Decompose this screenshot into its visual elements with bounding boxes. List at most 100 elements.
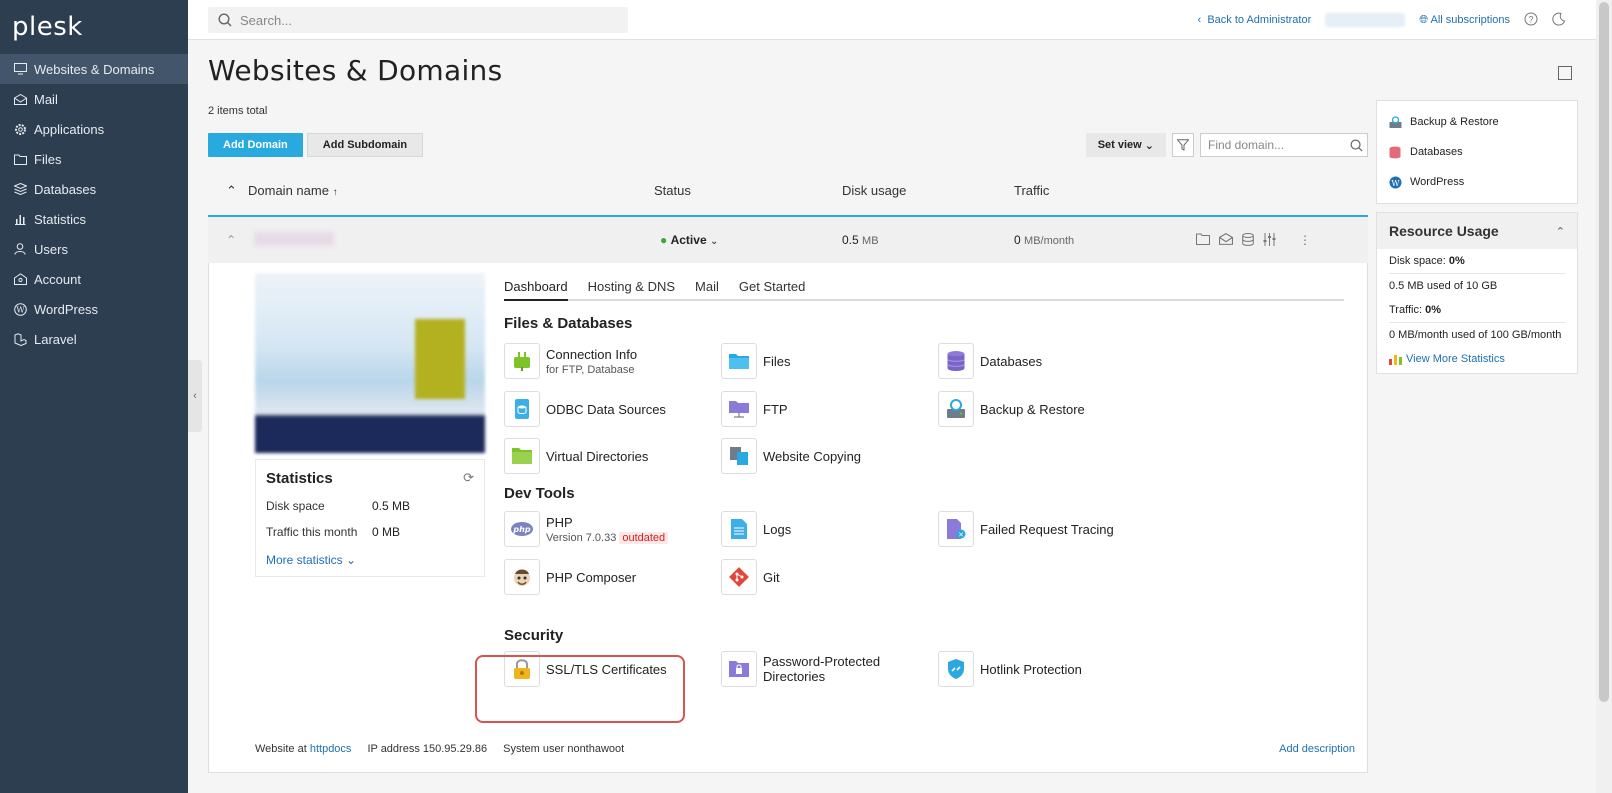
tab-get-started[interactable]: Get Started	[739, 279, 805, 299]
tab-dashboard[interactable]: Dashboard	[504, 279, 568, 301]
column-disk-usage[interactable]: Disk usage	[842, 183, 906, 198]
column-status[interactable]: Status	[654, 183, 691, 198]
tool-website-copying[interactable]: Website Copying	[721, 438, 861, 474]
collapse-row-icon[interactable]: ⌃	[226, 233, 236, 247]
main-content: Websites & Domains 2 items total Add Dom…	[208, 40, 1368, 773]
sidebar-item-label: Statistics	[34, 211, 87, 227]
database-icon	[1389, 146, 1402, 159]
view-more-statistics-link[interactable]: View More Statistics	[1389, 347, 1565, 365]
folder-icon	[13, 152, 27, 166]
tool-php-composer[interactable]: PHP Composer	[504, 559, 636, 595]
tool-odbc[interactable]: ODBC Data Sources	[504, 391, 666, 427]
git-icon	[721, 559, 757, 595]
more-statistics-link[interactable]: More statistics ⌄	[266, 553, 474, 567]
all-subscriptions-link[interactable]: 🌐︎ All subscriptions	[1419, 14, 1510, 27]
tool-php[interactable]: php PHP Version 7.0.33 outdated	[504, 511, 669, 547]
stats-traffic-row: Traffic this month 0 MB	[266, 525, 401, 539]
settings-sliders-icon[interactable]	[1263, 233, 1276, 246]
scrollbar-thumb[interactable]	[1599, 2, 1609, 702]
sidebar-item-label: Users	[34, 241, 68, 257]
disk-space-usage: Disk space: 0%	[1389, 255, 1465, 267]
find-domain-input[interactable]: Find domain...	[1200, 133, 1368, 157]
globe-icon: 🌐︎	[1419, 13, 1429, 26]
sidebar-collapse-handle[interactable]: ‹	[188, 360, 202, 432]
resource-usage-header[interactable]: Resource Usage ⌃	[1377, 213, 1577, 249]
sidebar-item-laravel[interactable]: Laravel	[0, 324, 188, 354]
sidebar-item-databases[interactable]: Databases	[0, 174, 188, 204]
quick-link-wordpress[interactable]: W WordPress	[1377, 167, 1577, 197]
resource-usage-card: Resource Usage ⌃ Disk space: 0% 0.5 MB u…	[1376, 212, 1578, 374]
sidebar-item-label: Databases	[34, 181, 97, 197]
website-at: Website at httpdocs	[255, 743, 352, 755]
sidebar-item-files[interactable]: Files	[0, 144, 188, 174]
add-subdomain-button[interactable]: Add Subdomain	[306, 133, 424, 157]
quick-link-backup-restore[interactable]: Backup & Restore	[1377, 107, 1577, 137]
ftp-folder-icon	[721, 391, 757, 427]
database-icon	[938, 343, 974, 379]
tool-ftp[interactable]: FTP	[721, 391, 788, 427]
tool-hotlink-protection[interactable]: Hotlink Protection	[938, 651, 1082, 687]
domain-name-blurred[interactable]	[254, 232, 334, 246]
failed-tracing-icon: ✕	[938, 511, 974, 547]
quick-links-card: Backup & Restore Databases W WordPress	[1376, 100, 1578, 204]
sidebar-item-mail[interactable]: Mail	[0, 84, 188, 114]
search-input[interactable]: Search...	[208, 7, 628, 33]
mail-icon[interactable]	[1219, 233, 1233, 245]
domain-details-panel: Statistics ⟳ Disk space 0.5 MB Traffic th…	[208, 263, 1368, 773]
filter-button[interactable]	[1172, 133, 1194, 157]
add-domain-button[interactable]: Add Domain	[208, 133, 303, 157]
database-icon[interactable]	[1242, 233, 1254, 246]
column-traffic[interactable]: Traffic	[1014, 183, 1049, 198]
collapse-all-icon[interactable]: ⌃	[226, 183, 237, 199]
tool-files[interactable]: Files	[721, 343, 790, 379]
quick-link-databases[interactable]: Databases	[1377, 137, 1577, 167]
back-to-administrator-link[interactable]: ‹ Back to Administrator	[1198, 14, 1312, 26]
plesk-logo[interactable]: plesk	[0, 0, 188, 54]
dark-mode-icon[interactable]	[1552, 12, 1566, 29]
row-actions: ⋮	[1196, 233, 1311, 247]
sidebar-item-account[interactable]: Account	[0, 264, 188, 294]
website-preview-thumbnail[interactable]	[255, 273, 485, 453]
tool-virtual-directories[interactable]: Virtual Directories	[504, 438, 648, 474]
refresh-icon[interactable]: ⟳	[463, 470, 474, 487]
disk-space-detail: 0.5 MB used of 10 GB	[1389, 273, 1565, 298]
help-icon[interactable]: ?	[1524, 12, 1538, 29]
tabs: Dashboard Hosting & DNS Mail Get Started	[504, 279, 1344, 301]
sidebar-item-label: Laravel	[34, 331, 77, 347]
sidebar-item-applications[interactable]: Applications	[0, 114, 188, 144]
tab-mail[interactable]: Mail	[695, 279, 719, 299]
composer-icon	[504, 559, 540, 595]
column-domain-name[interactable]: Domain name ↑	[248, 183, 338, 198]
page-title: Websites & Domains	[208, 54, 503, 87]
user-menu[interactable]	[1325, 13, 1406, 27]
right-panel-toggle-icon[interactable]	[1558, 66, 1572, 80]
tool-failed-request-tracing[interactable]: ✕ Failed Request Tracing	[938, 511, 1114, 547]
chevron-left-icon: ‹	[193, 390, 197, 402]
mail-icon	[13, 92, 27, 106]
tab-hosting-dns[interactable]: Hosting & DNS	[588, 279, 675, 299]
tool-connection-info[interactable]: Connection Info for FTP, Database	[504, 343, 637, 379]
set-view-button[interactable]: Set view ⌄	[1085, 133, 1166, 157]
add-description-link[interactable]: Add description	[1279, 743, 1355, 755]
chart-icon	[13, 212, 27, 226]
domain-row[interactable]: ⌃ ● Active ⌄ 0.5 MB 0 MB/month ⋮	[208, 215, 1368, 263]
more-options-icon[interactable]: ⋮	[1299, 233, 1311, 247]
page-scrollbar[interactable]	[1596, 0, 1612, 793]
sidebar-item-websites-domains[interactable]: Websites & Domains	[0, 54, 188, 84]
sidebar: plesk Websites & Domains Mail Applicatio…	[0, 0, 188, 793]
sidebar-item-wordpress[interactable]: W WordPress	[0, 294, 188, 324]
httpdocs-link[interactable]: httpdocs	[310, 743, 352, 755]
sidebar-item-label: WordPress	[34, 301, 99, 317]
tool-password-protected-directories[interactable]: Password-Protected Directories	[721, 651, 880, 687]
sidebar-item-users[interactable]: Users	[0, 234, 188, 264]
tool-backup-restore[interactable]: Backup & Restore	[938, 391, 1085, 427]
backup-icon	[1389, 115, 1402, 129]
tool-databases[interactable]: Databases	[938, 343, 1042, 379]
tool-git[interactable]: Git	[721, 559, 780, 595]
statistics-title: Statistics	[266, 470, 333, 487]
layers-icon	[13, 182, 27, 196]
sidebar-item-statistics[interactable]: Statistics	[0, 204, 188, 234]
folder-icon[interactable]	[1196, 233, 1210, 245]
status-badge[interactable]: ● Active ⌄	[660, 233, 718, 247]
tool-logs[interactable]: Logs	[721, 511, 791, 547]
